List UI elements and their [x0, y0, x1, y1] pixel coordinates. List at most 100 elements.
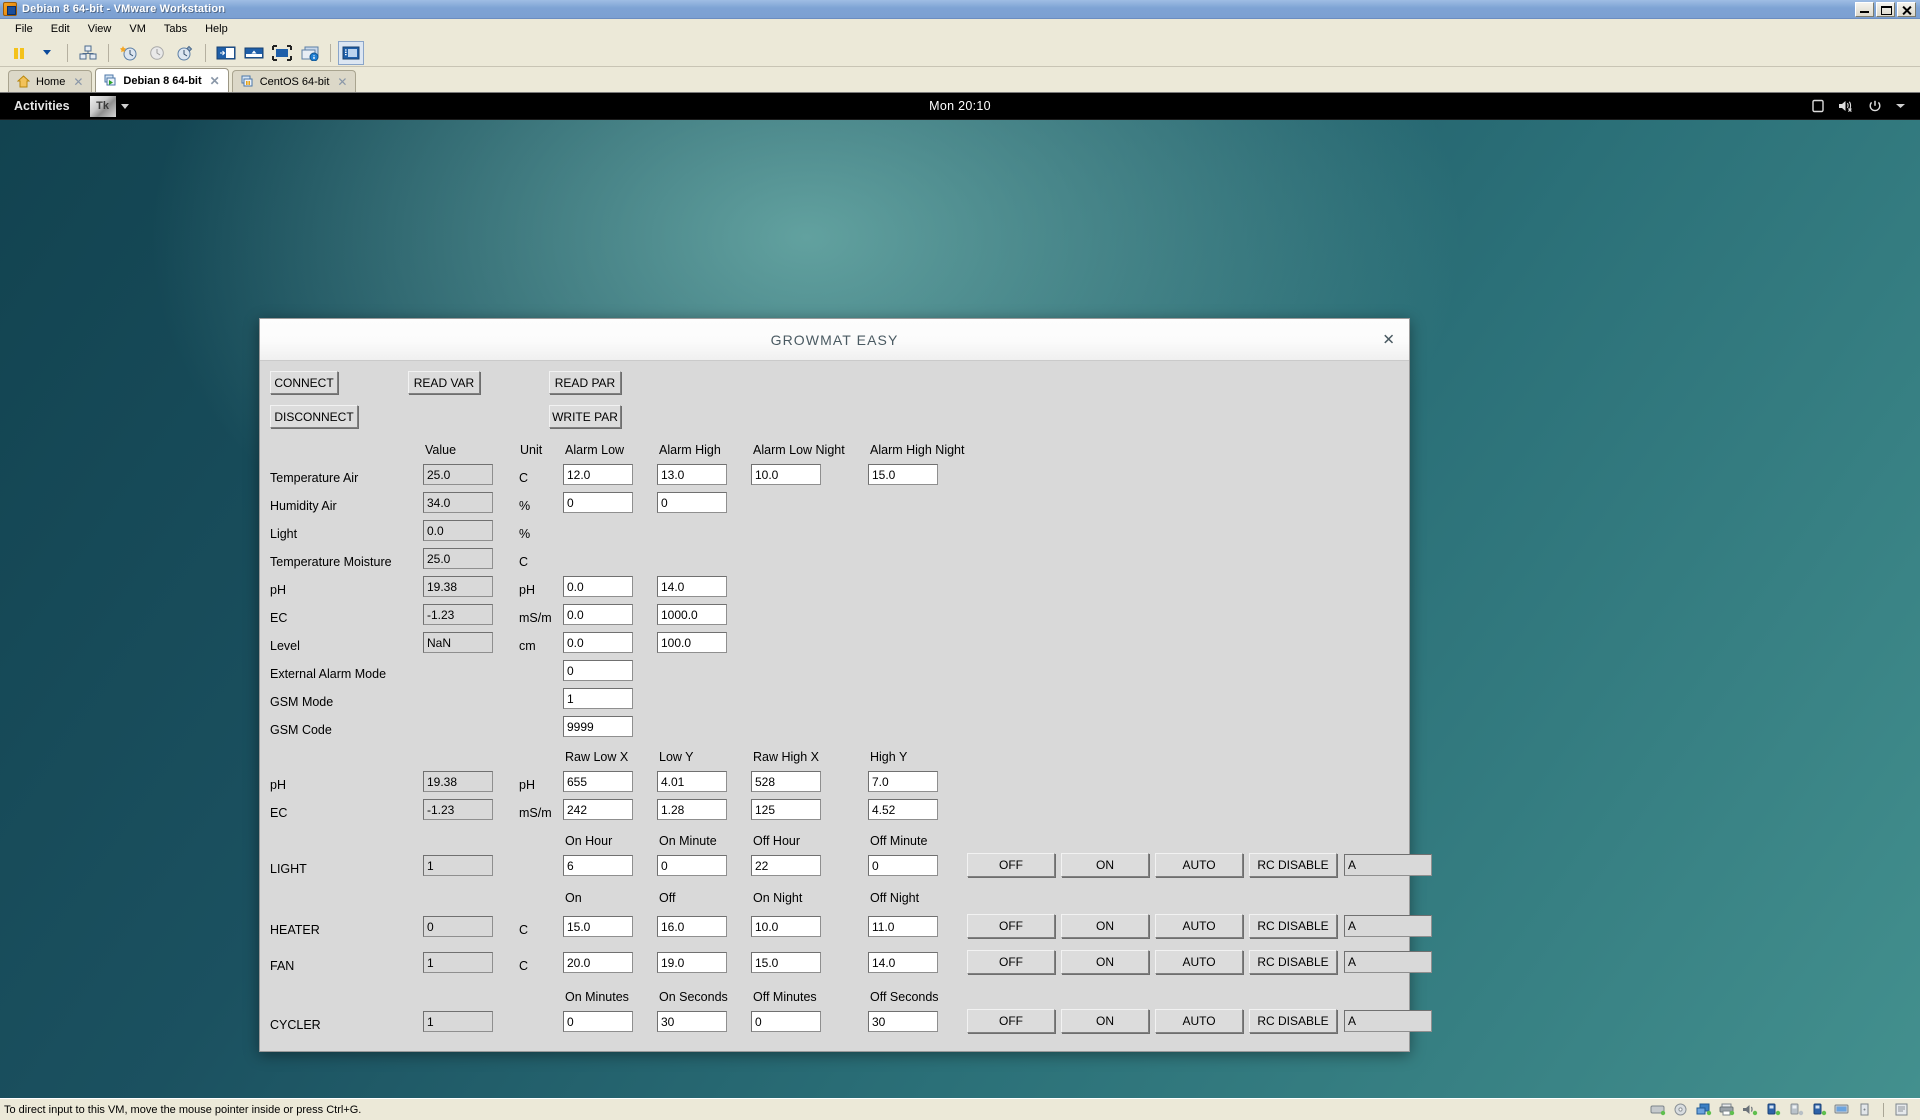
power-icon[interactable]	[1868, 99, 1882, 113]
screen-icon[interactable]	[1811, 99, 1825, 113]
snapshot-manager-icon[interactable]	[172, 41, 198, 65]
fan-off-button[interactable]: OFF	[967, 950, 1055, 974]
alarm-high-temperature-air[interactable]: 13.0	[657, 464, 727, 485]
activities-button[interactable]: Activities	[0, 99, 82, 113]
usb-icon-3[interactable]	[1811, 1103, 1827, 1117]
tab-close-icon[interactable]: ✕	[73, 75, 83, 89]
cdrom-icon[interactable]	[1673, 1103, 1689, 1117]
heater-auto-button[interactable]: AUTO	[1155, 914, 1243, 938]
vm-info-icon[interactable]	[297, 41, 323, 65]
alarm-high-humidity-air[interactable]: 0	[657, 492, 727, 513]
display-icon[interactable]	[1834, 1103, 1850, 1117]
harddisk-icon[interactable]	[1650, 1103, 1666, 1117]
app-menu[interactable]: Tk	[82, 93, 137, 120]
network-icon[interactable]	[1696, 1103, 1712, 1117]
cycler-off-button[interactable]: OFF	[967, 1009, 1055, 1033]
heater-rc-disable-button[interactable]: RC DISABLE	[1249, 914, 1337, 938]
sound-icon[interactable]	[1742, 1103, 1758, 1117]
fan-on[interactable]: 20.0	[563, 952, 633, 973]
stretch-view-icon[interactable]	[269, 41, 295, 65]
snapshot-take-icon[interactable]	[116, 41, 142, 65]
pause-icon[interactable]	[6, 41, 32, 65]
close-button[interactable]	[1897, 2, 1916, 17]
cycler-off-seconds[interactable]: 30	[868, 1011, 938, 1032]
disconnect-button[interactable]: DISCONNECT	[270, 405, 358, 428]
fan-auto-button[interactable]: AUTO	[1155, 950, 1243, 974]
restore-button[interactable]	[1876, 2, 1895, 17]
light-off-hour[interactable]: 22	[751, 855, 821, 876]
guest-screen[interactable]: Activities Tk Mon 20:10	[0, 93, 1920, 1098]
cycler-on-seconds[interactable]: 30	[657, 1011, 727, 1032]
usb-icon-1[interactable]	[1765, 1103, 1781, 1117]
fan-off-night[interactable]: 14.0	[868, 952, 938, 973]
heater-on-night[interactable]: 10.0	[751, 916, 821, 937]
tab-centos[interactable]: CentOS 64-bit ✕	[232, 70, 357, 92]
message-log-icon[interactable]	[1894, 1103, 1910, 1117]
menu-help[interactable]: Help	[196, 21, 237, 37]
calib-low-y-ph[interactable]: 4.01	[657, 771, 727, 792]
chevron-down-icon[interactable]	[1895, 102, 1906, 110]
calib-high-y-ph[interactable]: 7.0	[868, 771, 938, 792]
menu-edit[interactable]: Edit	[42, 21, 79, 37]
isolation-icon[interactable]	[1857, 1103, 1873, 1117]
clock[interactable]: Mon 20:10	[929, 99, 991, 113]
fan-off[interactable]: 19.0	[657, 952, 727, 973]
light-off-minute[interactable]: 0	[868, 855, 938, 876]
snapshot-revert-icon[interactable]	[144, 41, 170, 65]
calib-high-y-ec[interactable]: 4.52	[868, 799, 938, 820]
printer-icon[interactable]	[1719, 1103, 1735, 1117]
menu-file[interactable]: File	[6, 21, 42, 37]
alarm-high-ec[interactable]: 1000.0	[657, 604, 727, 625]
minimize-button[interactable]	[1855, 2, 1874, 17]
cycler-on-minutes[interactable]: 0	[563, 1011, 633, 1032]
alarm-high-night-temperature-air[interactable]: 15.0	[868, 464, 938, 485]
fullscreen-view-icon[interactable]	[241, 41, 267, 65]
heater-off[interactable]: 16.0	[657, 916, 727, 937]
write-par-button[interactable]: WRITE PAR	[549, 405, 621, 428]
alarm-high-ph[interactable]: 14.0	[657, 576, 727, 597]
cycler-off-minutes[interactable]: 0	[751, 1011, 821, 1032]
menu-vm[interactable]: VM	[120, 21, 155, 37]
desktop-wallpaper[interactable]: GROWMAT EASY ✕ CONNECT DISCONNECT READ V…	[0, 120, 1920, 1098]
calib-raw-low-x-ec[interactable]: 242	[563, 799, 633, 820]
tab-home[interactable]: Home ✕	[8, 70, 92, 92]
cycler-on-button[interactable]: ON	[1061, 1009, 1149, 1033]
dialog-close-icon[interactable]: ✕	[1382, 332, 1395, 347]
menu-tabs[interactable]: Tabs	[155, 21, 196, 37]
fan-rc-disable-button[interactable]: RC DISABLE	[1249, 950, 1337, 974]
light-on-minute[interactable]: 0	[657, 855, 727, 876]
calib-raw-high-x-ec[interactable]: 125	[751, 799, 821, 820]
unity-view-icon[interactable]	[213, 41, 239, 65]
usb-icon-2[interactable]	[1788, 1103, 1804, 1117]
value-external-alarm-mode[interactable]: 0	[563, 660, 633, 681]
heater-on-button[interactable]: ON	[1061, 914, 1149, 938]
light-rc-disable-button[interactable]: RC DISABLE	[1249, 853, 1337, 877]
fan-on-button[interactable]: ON	[1061, 950, 1149, 974]
heater-on[interactable]: 15.0	[563, 916, 633, 937]
heater-off-night[interactable]: 11.0	[868, 916, 938, 937]
library-icon[interactable]	[75, 41, 101, 65]
fan-on-night[interactable]: 15.0	[751, 952, 821, 973]
light-auto-button[interactable]: AUTO	[1155, 853, 1243, 877]
value-gsm-mode[interactable]: 1	[563, 688, 633, 709]
alarm-high-level[interactable]: 100.0	[657, 632, 727, 653]
alarm-low-temperature-air[interactable]: 12.0	[563, 464, 633, 485]
tab-close-icon[interactable]: ✕	[210, 74, 220, 88]
value-gsm-code[interactable]: 9999	[563, 716, 633, 737]
connect-button[interactable]: CONNECT	[270, 371, 338, 394]
alarm-low-level[interactable]: 0.0	[563, 632, 633, 653]
cycler-rc-disable-button[interactable]: RC DISABLE	[1249, 1009, 1337, 1033]
alarm-low-ec[interactable]: 0.0	[563, 604, 633, 625]
alarm-low-ph[interactable]: 0.0	[563, 576, 633, 597]
calib-raw-low-x-ph[interactable]: 655	[563, 771, 633, 792]
alarm-low-night-temperature-air[interactable]: 10.0	[751, 464, 821, 485]
read-var-button[interactable]: READ VAR	[408, 371, 480, 394]
calib-raw-high-x-ph[interactable]: 528	[751, 771, 821, 792]
light-off-button[interactable]: OFF	[967, 853, 1055, 877]
read-par-button[interactable]: READ PAR	[549, 371, 621, 394]
heater-off-button[interactable]: OFF	[967, 914, 1055, 938]
console-view-icon[interactable]	[338, 41, 364, 65]
dropdown-caret-icon[interactable]	[34, 41, 60, 65]
cycler-auto-button[interactable]: AUTO	[1155, 1009, 1243, 1033]
tab-debian[interactable]: Debian 8 64-bit ✕	[95, 68, 228, 92]
